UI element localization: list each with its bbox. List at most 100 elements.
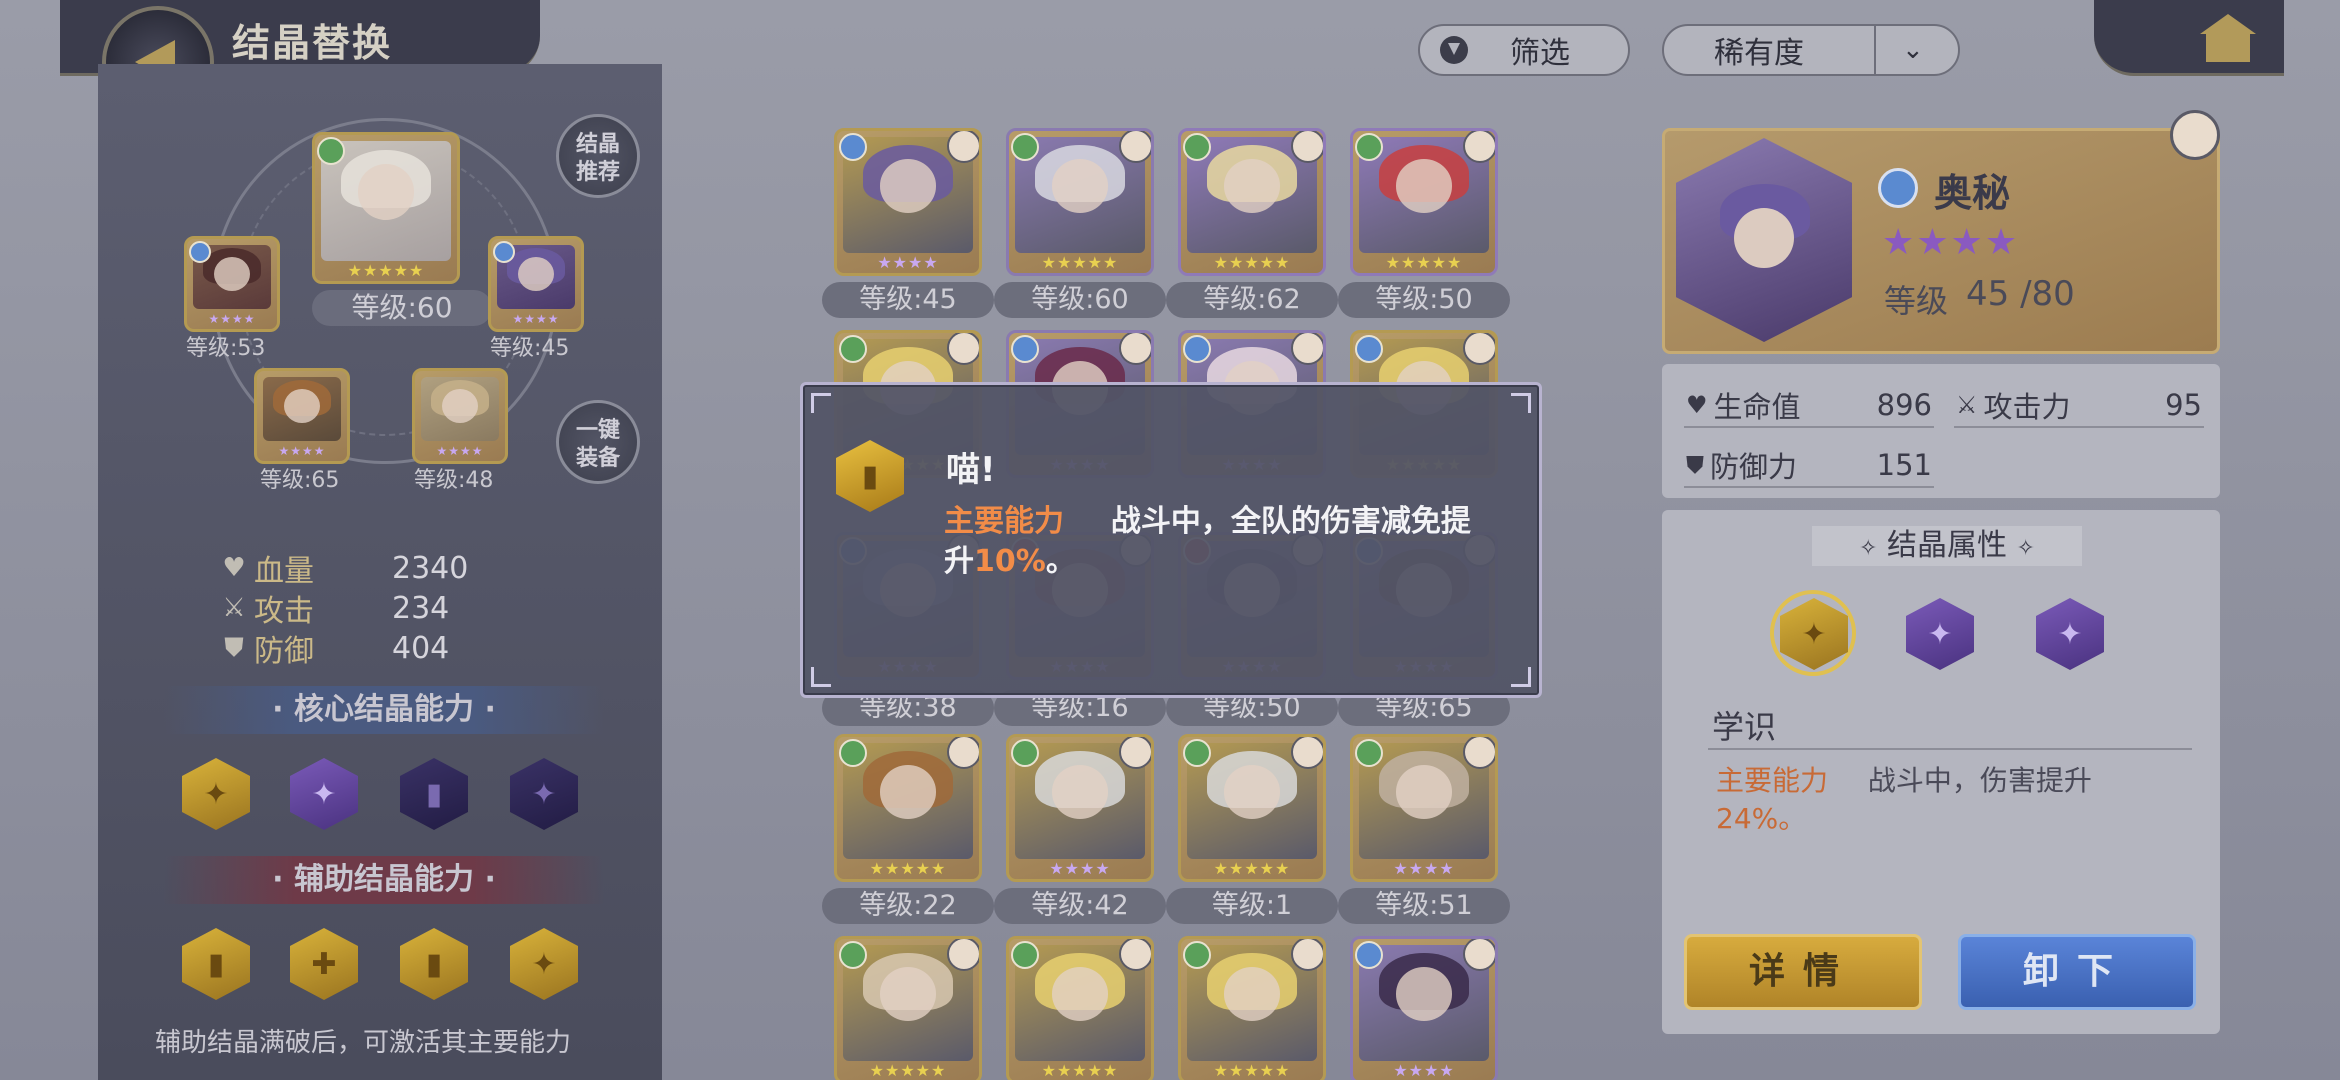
crystal-level: 等级:51 [1338,888,1510,924]
popup-description: 主要能力 战斗中，全队的伤害减免提 升10%。 [944,504,1471,579]
chibi-avatar-icon [947,737,979,769]
stat-hp: ♥ 血量 2340 [220,546,468,590]
chibi-avatar-icon [2170,110,2220,160]
sort-dropdown[interactable]: 稀有度 ⌄ [1662,24,1960,76]
filter-label: 筛选 [1510,36,1570,71]
chibi-avatar-icon [1291,939,1323,971]
star-rating: ★★★★ [877,253,939,272]
element-icon [1183,739,1211,767]
ornament-icon: ✧ [2016,536,2035,561]
chevron-down-icon[interactable]: ⌄ [1902,35,1924,65]
crystal-slot-4[interactable]: ★★★★ [412,368,508,464]
chibi-avatar-icon [1463,939,1495,971]
stat-atk: ⚔ 攻击 234 [220,586,449,630]
crystal-slot-2[interactable]: ★★★★ [488,236,584,332]
chibi-avatar-icon [947,131,979,163]
star-rating: ★★★★ [1049,859,1111,878]
element-icon [1355,941,1383,969]
crystal-level: 等级:60 [994,282,1166,318]
swords-icon: ⚔ [222,593,246,623]
star-rating: ★★★★★ [1213,1061,1291,1080]
crystal-slot-3[interactable]: ★★★★ [254,368,350,464]
crystal-level: 等级:22 [822,888,994,924]
crystal-card[interactable]: ★★★★ [1006,734,1154,882]
crystal-card[interactable]: ★★★★★ [1350,128,1498,276]
page-title: 结晶替换 [232,21,393,65]
crystal-level: 等级:45 [822,282,994,318]
selected-crystal-name: 奥秘 [1934,171,2011,215]
chibi-avatar-icon [1291,131,1323,163]
element-icon [1011,739,1039,767]
element-icon [1183,133,1211,161]
crystal-card[interactable]: ★★★★★ [1006,128,1154,276]
shield-icon: ⛊ [224,632,244,663]
crystal-card[interactable]: ★★★★★ [1178,128,1326,276]
heart-icon: ♥ [222,553,246,583]
crystal-card[interactable]: ★★★★★ [834,734,982,882]
star-rating: ★★★★★ [1385,253,1463,272]
filter-button[interactable]: 筛选 [1418,24,1630,76]
one-key-equip-button[interactable]: 一键 装备 [556,400,640,484]
star-rating: ★★★★★ [1213,253,1291,272]
crystal-card[interactable]: ★★★★ [834,128,982,276]
aux-ability-title: · 辅助结晶能力 · [164,856,604,904]
selected-level-label: 等级 [1884,282,1949,320]
main-crystal-slot[interactable]: ★★★★★ [312,132,460,284]
element-icon [1183,941,1211,969]
chibi-avatar-icon [1463,333,1495,365]
filter-icon [1440,36,1468,64]
element-icon [1011,335,1039,363]
skill-name: 学识 [1712,708,1777,746]
home-icon[interactable] [2200,10,2256,66]
crystal-card[interactable]: ★★★★★ [1178,734,1326,882]
element-icon [839,133,867,161]
star-rating: ★★★★★ [347,261,425,280]
star-rating: ★★★★★ [1041,1061,1119,1080]
core-ability-title: · 核心结晶能力 · [164,686,604,734]
element-icon [1355,335,1383,363]
element-icon [839,335,867,363]
chibi-avatar-icon [1291,333,1323,365]
star-rating: ★★★★ [1393,1061,1455,1080]
star-rating: ★★★★★ [869,1061,947,1080]
crystal-level: 等级:50 [1338,282,1510,318]
crystal-level: 等级:42 [994,888,1166,924]
chibi-avatar-icon [1119,333,1151,365]
detail-button[interactable]: 详情 [1684,934,1922,1010]
recommend-button[interactable]: 结晶 推荐 [556,114,640,198]
sort-label: 稀有度 [1714,36,1804,71]
crystal-card[interactable]: ★★★★ [1350,734,1498,882]
element-icon [839,941,867,969]
chibi-avatar-icon [1463,737,1495,769]
def-stat: ⛊ 防御力 151 [1686,448,1932,484]
element-icon [1011,133,1039,161]
chibi-avatar-icon [947,939,979,971]
chibi-avatar-icon [1119,939,1151,971]
hp-stat: ♥ 生命值 896 [1686,388,1932,424]
element-icon [1355,133,1383,161]
stat-def: ⛊ 防御 404 [220,626,449,670]
chibi-avatar-icon [1291,737,1323,769]
element-icon [839,739,867,767]
slot-level: 等级:65 [260,468,340,493]
popup-title: 喵! [946,450,996,490]
crystal-slot-1[interactable]: ★★★★ [184,236,280,332]
heart-icon: ♥ [1686,391,1708,419]
chibi-avatar-icon [947,333,979,365]
atk-stat: ⚔ 攻击力 95 [1956,388,2202,424]
skill-description: 主要能力 战斗中，伤害提升 24%。 [1716,764,2092,835]
shield-icon: ⛊ [1686,451,1704,479]
unequip-button[interactable]: 卸下 [1958,934,2196,1010]
chibi-avatar-icon [1463,131,1495,163]
crystal-card[interactable]: ★★★★★ [1006,936,1154,1080]
element-icon [1011,941,1039,969]
crystal-card[interactable]: ★★★★★ [1178,936,1326,1080]
ornament-icon: ✧ [1859,536,1878,561]
chibi-avatar-icon [1119,737,1151,769]
crystal-level: 等级:62 [1166,282,1338,318]
crystal-card[interactable]: ★★★★ [1350,936,1498,1080]
element-icon [1183,335,1211,363]
element-icon [1355,739,1383,767]
crystal-card[interactable]: ★★★★★ [834,936,982,1080]
selected-star-rating: ★★★★ [1882,222,2020,263]
